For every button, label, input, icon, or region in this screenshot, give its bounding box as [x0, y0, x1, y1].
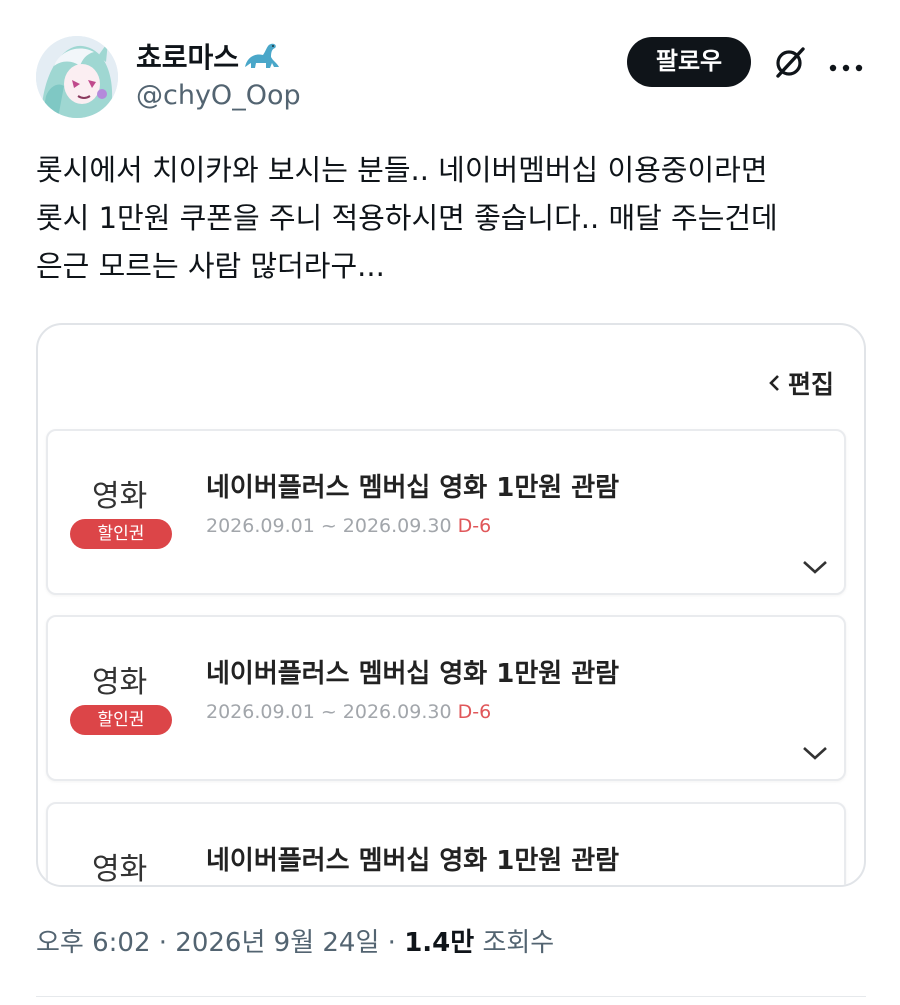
tweet-text-line: 롯시에서 치이카와 보시는 분들.. 네이버멤버십 이용중이라면	[36, 153, 768, 187]
views-label: 조회수	[482, 928, 555, 958]
coupon-card: 영화 할인권 네이버플러스 멤버십 영화 1만원 관람 2026.09.01 ~…	[46, 615, 846, 781]
coupon-dday: D-6	[457, 515, 492, 537]
coupon-category: 영화	[92, 665, 148, 700]
views-count: 1.4만	[404, 928, 475, 958]
author-name[interactable]: 쵸로마스	[136, 36, 281, 78]
chevron-down-icon	[803, 561, 827, 574]
coupon-dates: 2026.09.01 ~ 2026.09.30	[206, 701, 452, 723]
avatar-image	[36, 36, 118, 118]
coupon-category: 영화	[92, 852, 148, 887]
coupon-card: 영화 할인권 네이버플러스 멤버십 영화 1만원 관람 2026.09.01 ~…	[46, 429, 846, 595]
coupon-card: 영화 네이버플러스 멤버십 영화 1만원 관람	[46, 802, 846, 887]
edit-link: 편집	[768, 365, 834, 401]
tweet-meta: 오후 6:02 · 2026년 9월 24일 · 1.4만 조회수	[36, 922, 554, 959]
tweet-time[interactable]: 오후 6:02	[36, 928, 151, 958]
coupon-title: 네이버플러스 멤버십 영화 1만원 관람	[206, 473, 620, 503]
chevron-left-icon	[769, 375, 779, 391]
follow-button[interactable]: 팔로우	[627, 37, 751, 87]
discount-badge: 할인권	[70, 705, 172, 735]
more-options-icon[interactable]	[828, 58, 864, 72]
tweet-text: 롯시에서 치이카와 보시는 분들.. 네이버멤버십 이용중이라면 롯시 1만원 …	[36, 146, 866, 290]
attached-image[interactable]: 편집 영화 할인권 네이버플러스 멤버십 영화 1만원 관람 2026.09.0…	[36, 323, 866, 887]
coupon-title: 네이버플러스 멤버십 영화 1만원 관람	[206, 659, 620, 689]
coupon-period: 2026.09.01 ~ 2026.09.30 D-6	[206, 701, 491, 723]
avatar[interactable]	[36, 36, 118, 118]
coupon-title: 네이버플러스 멤버십 영화 1만원 관람	[206, 846, 620, 876]
divider	[36, 996, 866, 997]
discount-badge: 할인권	[70, 519, 172, 549]
coupon-category: 영화	[92, 479, 148, 514]
tweet-text-line: 은근 모르는 사람 많더라구...	[36, 249, 385, 283]
dinosaur-emoji-icon	[241, 41, 281, 78]
tweet-text-line: 롯시 1만원 쿠폰을 주니 적용하시면 좋습니다.. 매달 주는건데	[36, 201, 778, 235]
author-handle[interactable]: @chyO_Oop	[136, 80, 301, 111]
author-name-text: 쵸로마스	[136, 41, 240, 74]
coupon-dates: 2026.09.01 ~ 2026.09.30	[206, 515, 452, 537]
coupon-period: 2026.09.01 ~ 2026.09.30 D-6	[206, 515, 491, 537]
edit-label: 편집	[787, 370, 834, 399]
meta-separator: ·	[387, 928, 405, 958]
meta-separator: ·	[158, 928, 176, 958]
chevron-down-icon	[803, 747, 827, 760]
tweet-date[interactable]: 2026년 9월 24일	[175, 928, 379, 958]
coupon-dday: D-6	[457, 701, 492, 723]
grok-icon[interactable]	[772, 44, 808, 80]
